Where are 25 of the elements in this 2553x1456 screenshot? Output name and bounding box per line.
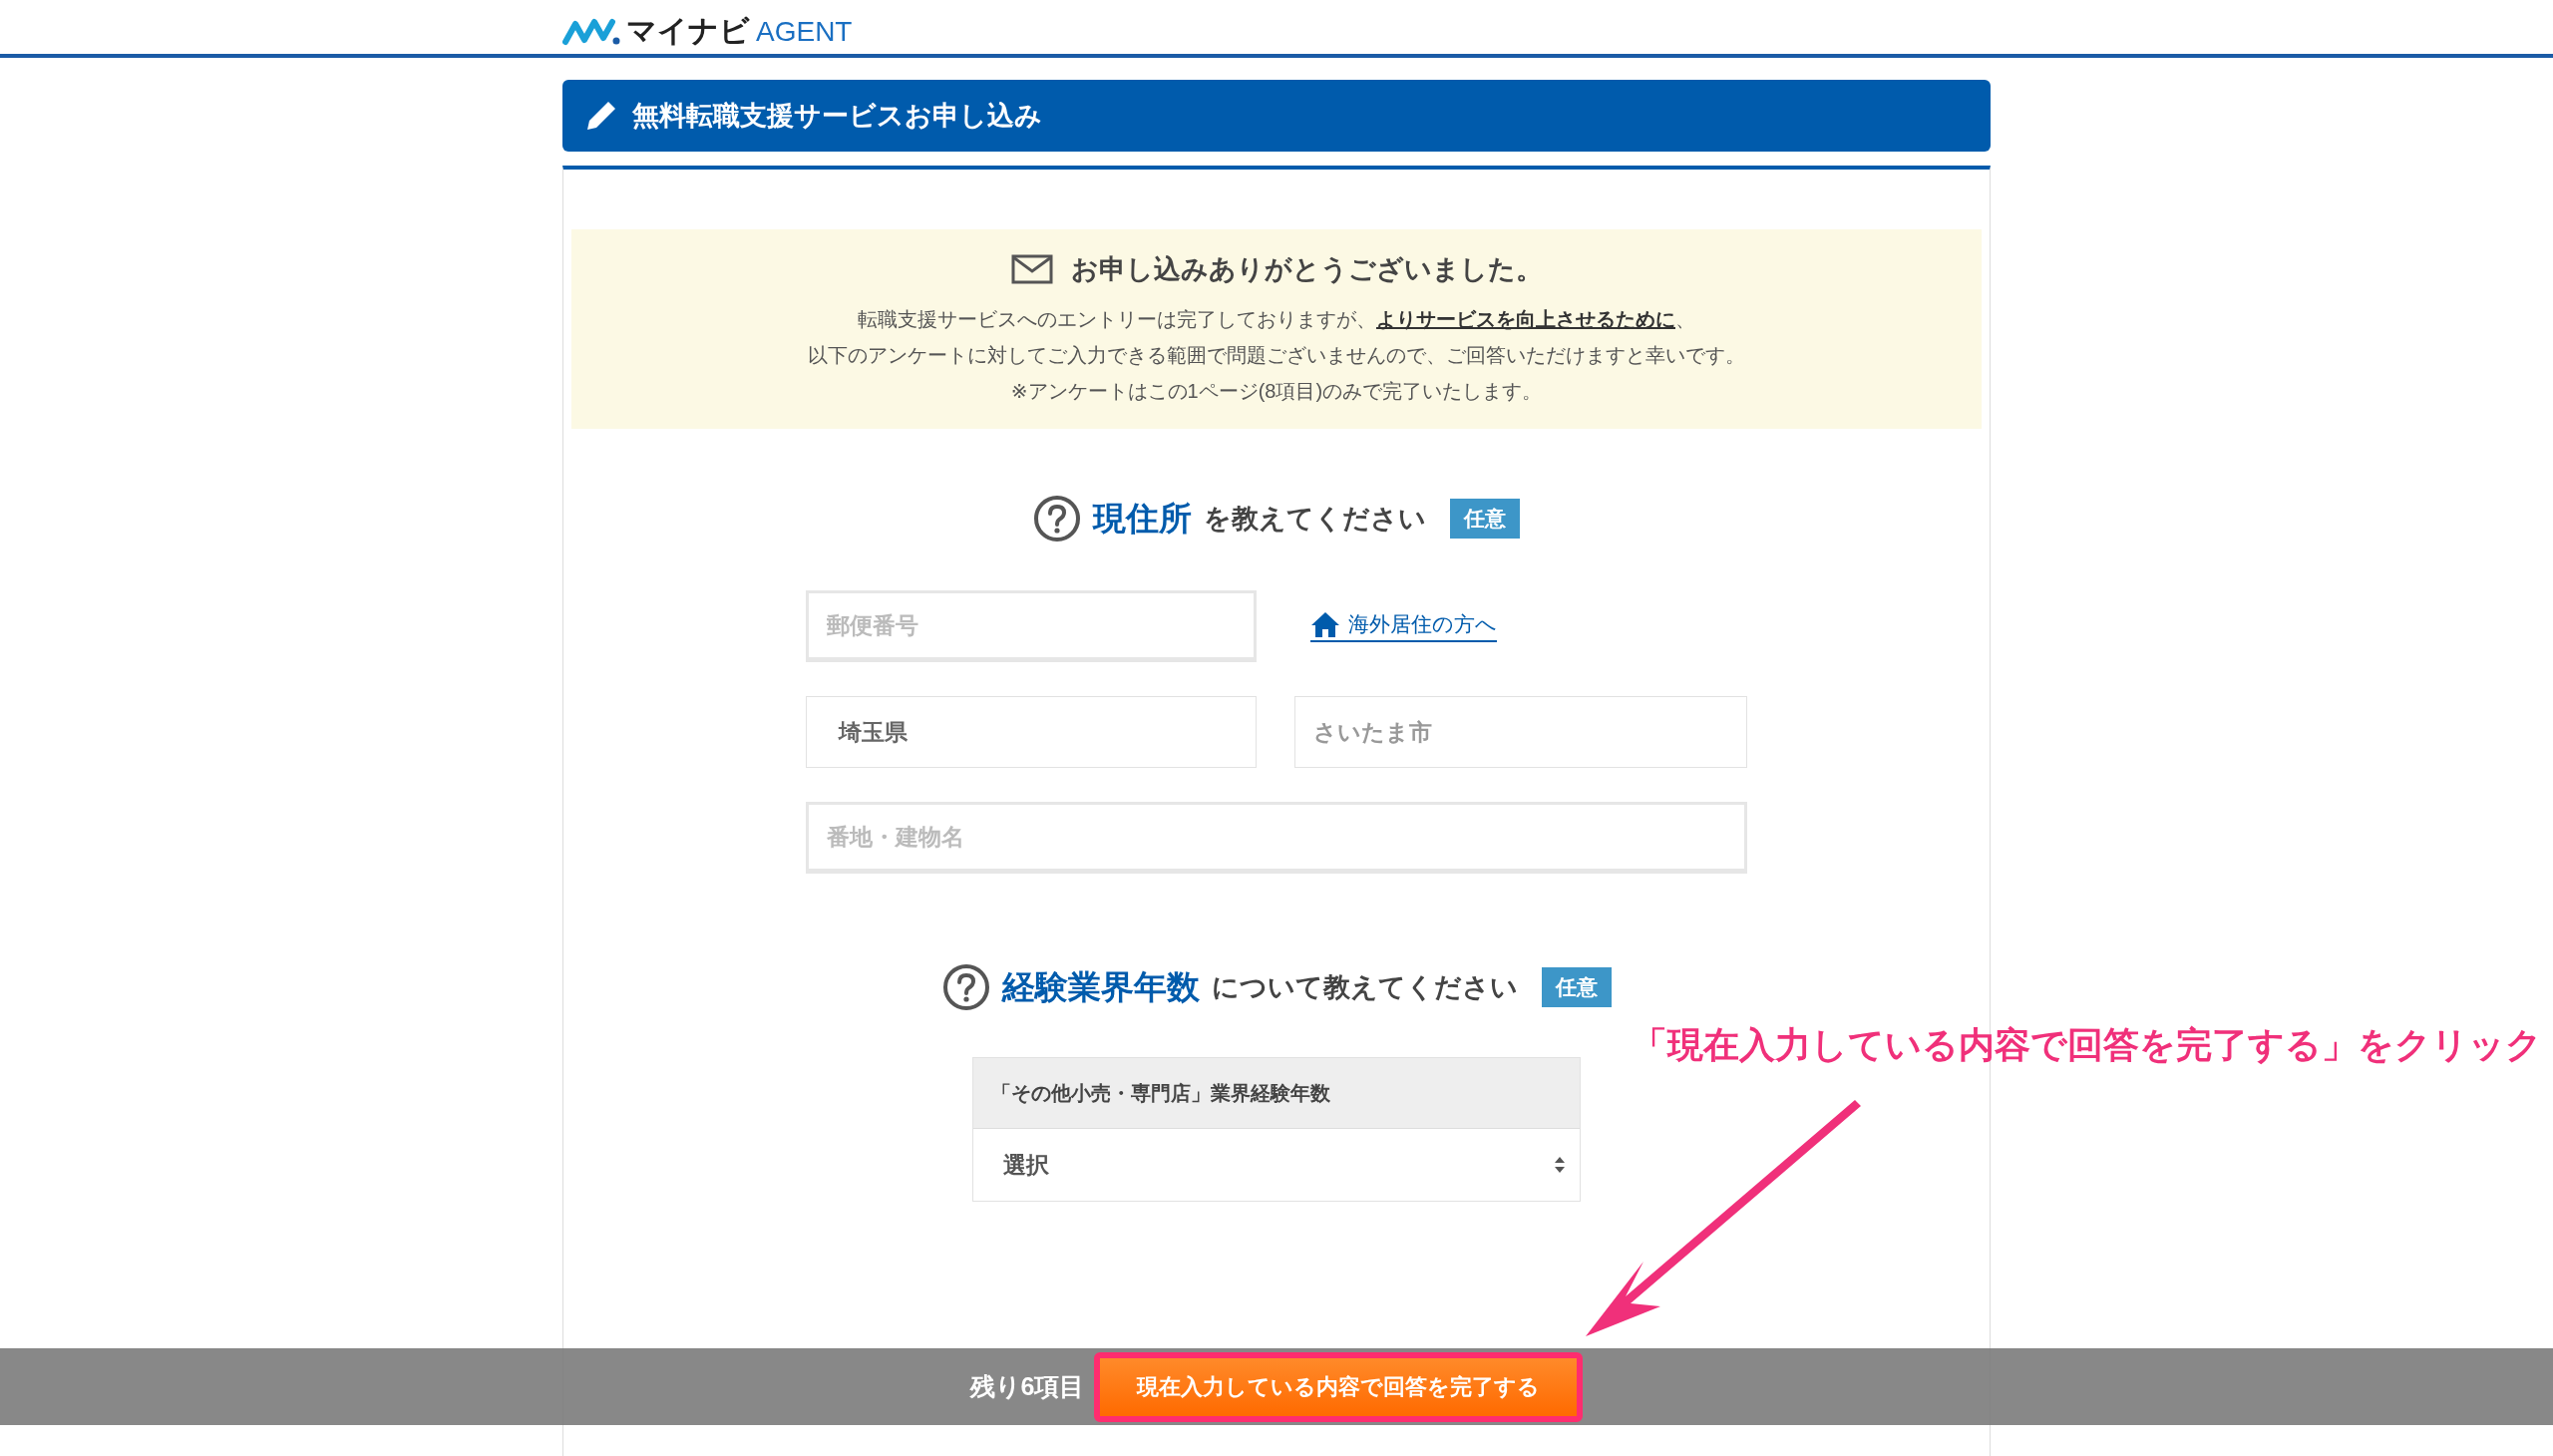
optional-badge: 任意 [1450, 499, 1520, 539]
logo-suffix: AGENT [756, 18, 853, 46]
street-address-field[interactable]: 番地・建物名 [806, 802, 1747, 874]
question-icon [1033, 495, 1081, 543]
notice-heading: お申し込みありがとうございました。 [1070, 253, 1543, 286]
annotation-text: 「現在入力している内容で回答を完了する」をクリック [1632, 1023, 2542, 1067]
select-label: 「その他小売・専門店」業界経験年数 [973, 1058, 1580, 1129]
prefecture-select[interactable]: 埼玉県 [806, 696, 1257, 768]
pencil-icon [584, 99, 618, 133]
house-icon [1310, 610, 1340, 638]
logo-icon [562, 16, 620, 46]
question-text: を教えてください [1204, 503, 1426, 536]
form-title: 無料転職支援サービスお申し込み [632, 100, 1042, 133]
logo-text: マイナビ [626, 16, 750, 46]
question-topic: 経験業界年数 [1001, 966, 1200, 1007]
envelope-icon [1010, 254, 1053, 284]
optional-badge: 任意 [1541, 967, 1612, 1007]
question-text: について教えてください [1211, 971, 1518, 1004]
notice-text: 転職支援サービスへのエントリーは完了しておりますが、よりサービスを向上させるために、 以下のアンケートに対してご入力できる範囲で問題ございませんので、ご回答いただけますと幸いです。 ※アンケートはこの1ページ(8項目)のみで完了いたします。 [808, 307, 1745, 404]
postal-code-field[interactable]: 郵便番号 [806, 590, 1257, 662]
question-icon [941, 963, 990, 1011]
updown-icon [1554, 1155, 1566, 1175]
question-topic: 現住所 [1093, 498, 1192, 539]
overseas-link[interactable]: 海外居住の方へ [1310, 610, 1497, 642]
remaining-count: 残り6項目 [969, 1371, 1085, 1402]
